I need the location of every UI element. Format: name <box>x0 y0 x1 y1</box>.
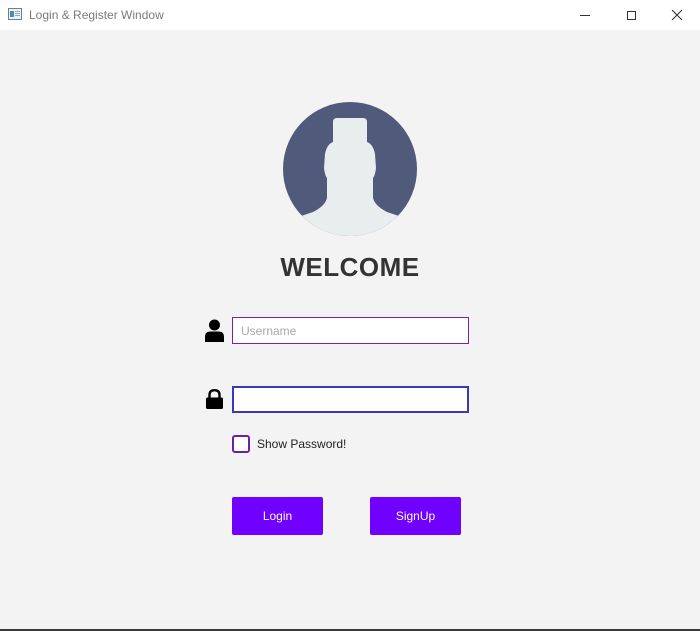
close-button[interactable] <box>654 0 700 30</box>
signup-button[interactable]: SignUp <box>370 497 461 535</box>
welcome-heading: WELCOME <box>280 252 420 282</box>
lock-icon <box>206 389 223 409</box>
user-icon <box>205 319 224 342</box>
minimize-button[interactable] <box>562 0 608 30</box>
title-bar: Login & Register Window <box>0 0 700 30</box>
window-title: Login & Register Window <box>29 8 164 22</box>
maximize-icon <box>626 10 636 20</box>
password-field[interactable] <box>232 386 469 413</box>
minimize-icon <box>580 14 590 16</box>
close-icon <box>671 9 683 21</box>
show-password-checkbox[interactable] <box>232 435 250 453</box>
login-button[interactable]: Login <box>232 497 323 535</box>
maximize-button[interactable] <box>608 0 654 30</box>
app-window-icon <box>8 8 22 20</box>
user-avatar-icon <box>283 102 417 236</box>
username-field[interactable] <box>232 317 469 344</box>
show-password-label: Show Password! <box>257 437 347 451</box>
